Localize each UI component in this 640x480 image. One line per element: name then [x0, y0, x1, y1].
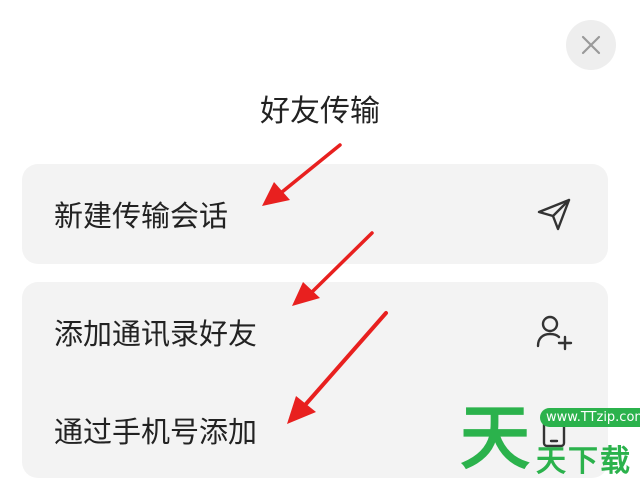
add-contacts-friend-label: 添加通讯录好友: [54, 317, 258, 351]
watermark-logo: 天 www.TTzip.com 天下载: [456, 397, 640, 479]
add-by-phone-label: 通过手机号添加: [54, 415, 258, 449]
watermark-big-char: 天: [460, 397, 530, 479]
add-contacts-friend-item[interactable]: 添加通讯录好友: [22, 284, 608, 380]
card-new-session: 新建传输会话: [22, 164, 608, 264]
add-contact-icon: [536, 315, 573, 351]
send-icon: [537, 198, 571, 231]
new-transfer-session-item[interactable]: 新建传输会话: [22, 166, 608, 262]
close-button[interactable]: [566, 20, 616, 70]
close-icon: [581, 35, 601, 55]
watermark-url: www.TTzip.com: [540, 408, 640, 427]
watermark-text: 天下载: [536, 444, 632, 479]
dialog-title: 好友传输: [260, 94, 380, 129]
new-transfer-session-label: 新建传输会话: [54, 199, 229, 233]
